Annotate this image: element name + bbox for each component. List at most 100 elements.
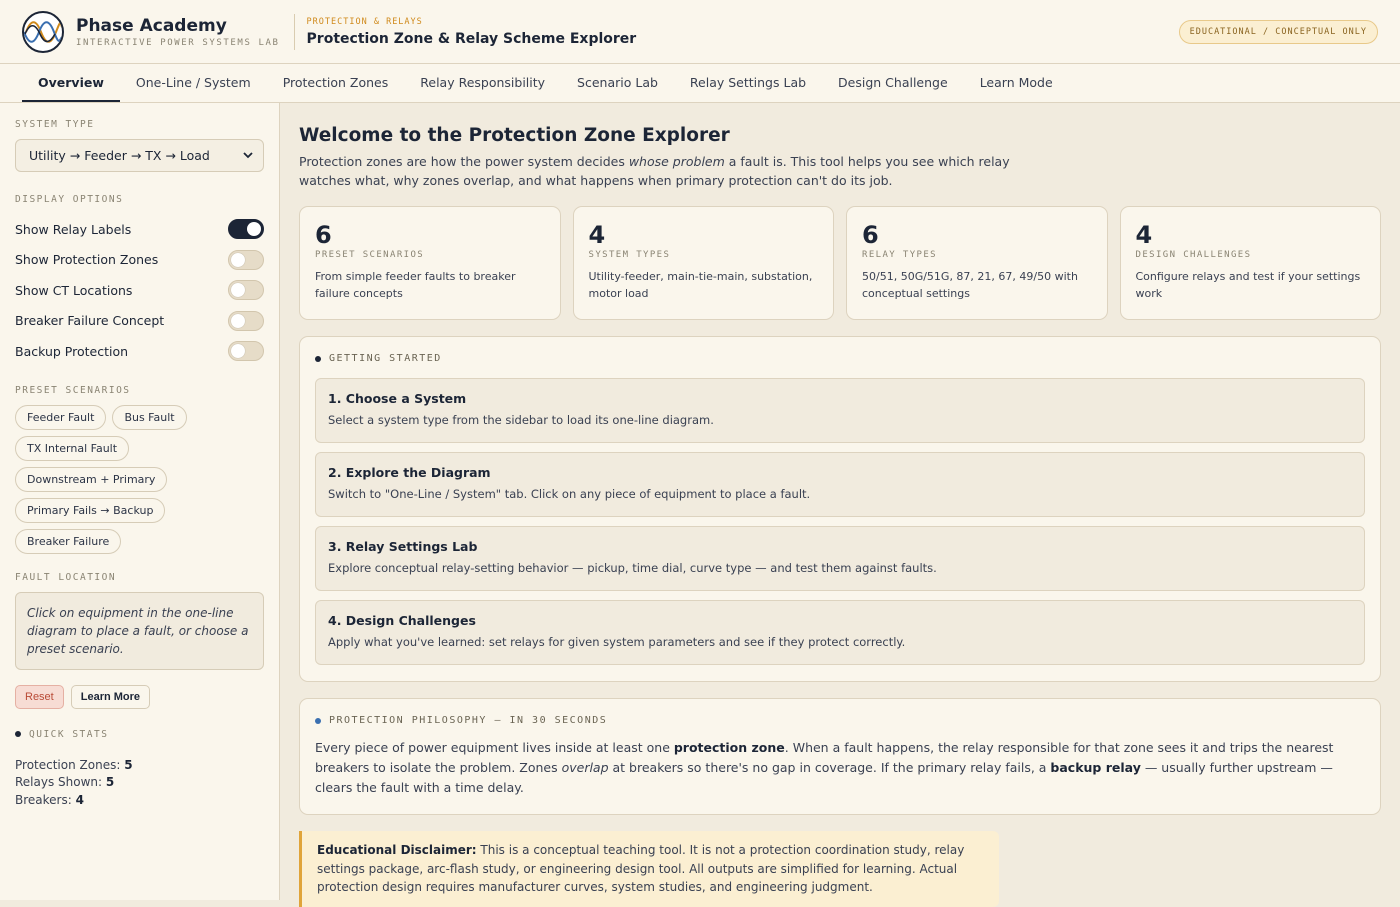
tab-relay-settings-lab[interactable]: Relay Settings Lab: [674, 64, 822, 102]
toggle-label: Show CT Locations: [15, 282, 133, 298]
quick-stat-label: Relays Shown:: [15, 775, 103, 789]
fault-location-label: FAULT LOCATION: [15, 571, 117, 583]
tab-overview[interactable]: Overview: [22, 64, 120, 102]
preset-chip[interactable]: Feeder Fault: [15, 404, 107, 430]
summary-card-label: SYSTEM TYPES: [588, 250, 671, 260]
bullet-icon: [315, 355, 321, 362]
preset-chip[interactable]: Breaker Failure: [15, 528, 122, 554]
step-title: 4. Design Challenges: [328, 613, 476, 628]
philosophy-text: Every piece of power equipment lives ins…: [315, 740, 1334, 795]
preset-scenarios-label: PRESET SCENARIOS: [15, 384, 131, 396]
step-title: 1. Choose a System: [328, 391, 467, 406]
quick-stat-value: 5: [105, 775, 115, 789]
summary-card-description: Configure relays and test if your settin…: [1135, 270, 1361, 300]
page-title: Protection Zone & Relay Scheme Explorer: [306, 30, 637, 47]
quick-stats-label: QUICK STATS: [15, 729, 264, 740]
summary-card-description: From simple feeder faults to breaker fai…: [315, 270, 516, 300]
step-description: Select a system type from the sidebar to…: [328, 413, 714, 427]
quick-stats-list: Protection Zones: 5 Relays Shown: 5 Breake…: [15, 757, 264, 810]
toggle-switch[interactable]: [228, 219, 264, 240]
toggle-row: Show CT Locations: [15, 275, 264, 306]
step-description: Apply what you've learned: set relays fo…: [328, 635, 906, 649]
step-description: Explore conceptual relay-setting behavio…: [328, 561, 937, 575]
toggle-row: Show Protection Zones: [15, 245, 264, 276]
brand-name: Phase Academy: [76, 15, 227, 36]
step-title: 2. Explore the Diagram: [328, 465, 491, 480]
toggle-label: Show Relay Labels: [15, 221, 132, 237]
philosophy-heading: PROTECTION PHILOSOPHY — IN 30 SECONDS: [315, 715, 1365, 726]
toggle-row: Show Relay Labels: [15, 214, 264, 245]
main-tabs: Overview One-Line / System Protection Zone…: [0, 64, 1400, 103]
toggle-knob: [231, 344, 245, 359]
step-description: Switch to "One-Line / System" tab. Click…: [328, 487, 811, 501]
reset-button[interactable]: Reset: [15, 684, 64, 709]
bullet-icon: [315, 717, 321, 724]
toggle-row: Breaker Failure Concept: [15, 306, 264, 337]
quick-stat-label: Protection Zones:: [15, 757, 121, 772]
toggle-switch[interactable]: [228, 280, 264, 301]
summary-card: 4 SYSTEM TYPES Utility-feeder, main-tie-ma…: [572, 206, 834, 320]
summary-card-number: 4: [1135, 221, 1153, 249]
summary-card-label: DESIGN CHALLENGES: [1135, 250, 1252, 260]
toggle-knob: [247, 222, 261, 237]
system-type-select[interactable]: Utility → Feeder → TX → Load: [15, 139, 264, 172]
chevron-down-icon: [243, 148, 253, 163]
welcome-title: Welcome to the Protection Zone Explorer: [299, 125, 730, 146]
toggle-knob: [231, 283, 245, 298]
system-type-value: Utility → Feeder → TX → Load: [29, 148, 210, 163]
toggle-switch[interactable]: [228, 310, 264, 331]
summary-card-label: RELAY TYPES: [862, 250, 938, 260]
preset-chip[interactable]: Primary Fails → Backup: [15, 497, 166, 523]
learn-more-button[interactable]: Learn More: [70, 684, 151, 709]
summary-cards: 6 PRESET SCENARIOS From simple feeder faul…: [299, 206, 1381, 320]
getting-started-step: 3. Relay Settings Lab Explore conceptual …: [315, 526, 1365, 591]
toggle-label: Show Protection Zones: [15, 252, 159, 268]
summary-card-number: 6: [862, 221, 879, 249]
tab-protection-zones[interactable]: Protection Zones: [267, 64, 405, 102]
getting-started-step: 4. Design Challenges Apply what you've le…: [315, 600, 1365, 665]
toggle-switch[interactable]: [228, 249, 264, 270]
brand-subtitle: INTERACTIVE POWER SYSTEMS LAB: [76, 37, 280, 48]
fault-location-hint: Click on equipment in the one-line diagr…: [15, 591, 264, 670]
summary-card: 6 PRESET SCENARIOS From simple feeder faul…: [299, 206, 561, 320]
summary-card: 4 DESIGN CHALLENGES Configure relays and t…: [1119, 206, 1381, 320]
toggle-switch[interactable]: [228, 341, 264, 362]
app-header: Phase Academy INTERACTIVE POWER SYSTEMS …: [0, 0, 1400, 64]
preset-chip[interactable]: Bus Fault: [112, 404, 187, 430]
tab-one-line-system[interactable]: One-Line / System: [120, 64, 267, 102]
getting-started-step: 1. Choose a System Select a system type f…: [315, 378, 1365, 443]
toggle-label: Breaker Failure Concept: [15, 313, 165, 329]
tab-design-challenge[interactable]: Design Challenge: [822, 64, 964, 102]
header-divider: [293, 13, 295, 50]
quick-stat-value: 5: [124, 757, 133, 772]
summary-card-number: 4: [588, 221, 606, 249]
summary-card-number: 6: [315, 221, 332, 249]
quick-stat-value: 4: [75, 792, 84, 807]
system-type-label: SYSTEM TYPE: [15, 119, 95, 130]
section-tag: PROTECTION & RELAYS: [306, 16, 423, 27]
toggle-knob: [231, 313, 245, 328]
main-content: Welcome to the Protection Zone Explorer …: [280, 103, 1400, 907]
preset-chip[interactable]: Downstream + Primary: [15, 466, 168, 492]
summary-card-description: Utility-feeder, main-tie-main, substatio…: [588, 270, 813, 300]
tab-scenario-lab[interactable]: Scenario Lab: [561, 64, 674, 102]
welcome-intro: Protection zones are how the power syste…: [299, 154, 1010, 188]
tab-learn-mode[interactable]: Learn Mode: [964, 64, 1069, 102]
preset-chip[interactable]: TX Internal Fault: [15, 435, 130, 461]
summary-card-description: 50/51, 50G/51G, 87, 21, 67, 49/50 with c…: [862, 270, 1078, 300]
toggle-knob: [231, 252, 245, 267]
toggle-row: Backup Protection: [15, 336, 264, 367]
toggle-label: Backup Protection: [15, 343, 129, 359]
quick-stat: Protection Zones: 5: [15, 757, 264, 775]
tab-relay-responsibility[interactable]: Relay Responsibility: [404, 64, 561, 102]
getting-started-panel: GETTING STARTED 1. Choose a System Select…: [299, 336, 1381, 682]
getting-started-step: 2. Explore the Diagram Switch to "One-Lin…: [315, 452, 1365, 517]
phase-academy-logo-icon: [22, 10, 64, 53]
step-title: 3. Relay Settings Lab: [328, 539, 478, 554]
sidebar: SYSTEM TYPE Utility → Feeder → TX → Load…: [0, 103, 280, 900]
quick-stat: Breakers: 4: [15, 792, 264, 810]
summary-card-label: PRESET SCENARIOS: [315, 250, 425, 260]
protection-philosophy-panel: PROTECTION PHILOSOPHY — IN 30 SECONDS Ev…: [299, 698, 1381, 815]
preset-scenarios-list: Feeder Fault Bus Fault TX Internal Fault Do…: [15, 404, 265, 554]
summary-card: 6 RELAY TYPES 50/51, 50G/51G, 87, 21, 67, …: [846, 206, 1108, 320]
